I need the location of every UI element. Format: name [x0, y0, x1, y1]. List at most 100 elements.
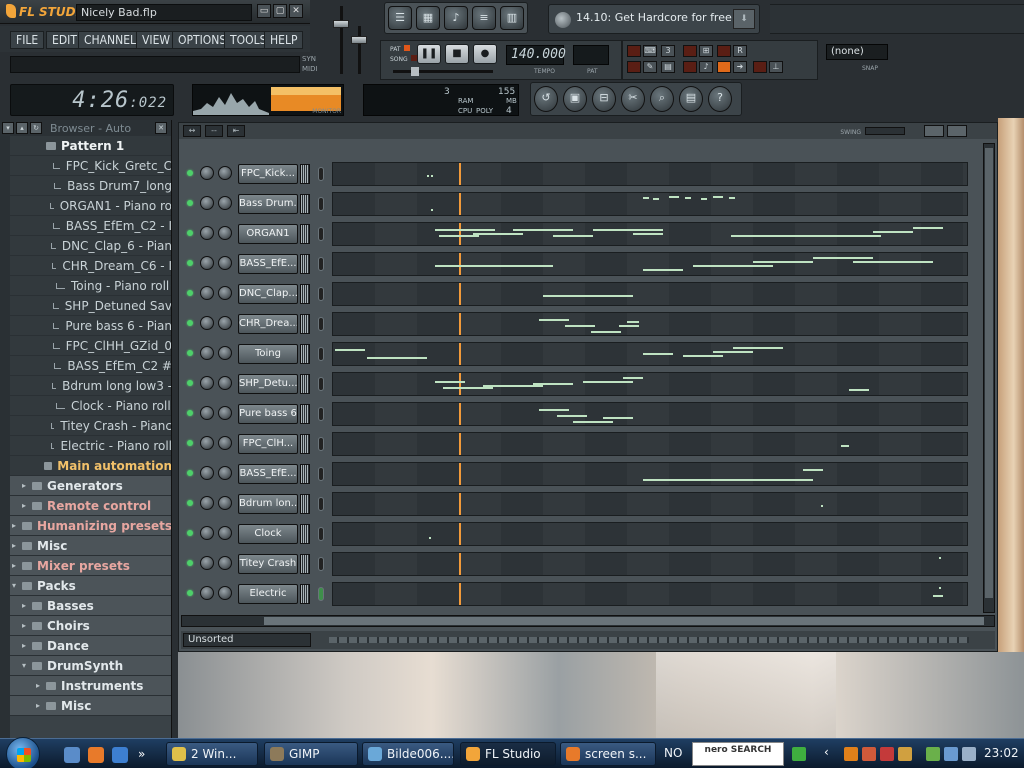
channel-row[interactable]: Toing	[183, 341, 969, 367]
menu-view[interactable]: VIEW	[136, 31, 177, 49]
channel-mute-led[interactable]	[187, 230, 193, 236]
more-chevron-icon[interactable]: »	[138, 747, 154, 763]
browser-item[interactable]: ▸ Choirs	[10, 616, 171, 636]
channel-volume-knob[interactable]	[218, 346, 232, 360]
record-button[interactable]: ●	[473, 44, 497, 64]
channel-row[interactable]: Electric	[183, 581, 969, 607]
song-position-display[interactable]: 4:26:022	[10, 84, 174, 116]
channel-select-light[interactable]	[318, 587, 324, 601]
tray-flag-icon[interactable]	[880, 747, 894, 761]
channel-row[interactable]: Clock	[183, 521, 969, 547]
channel-row[interactable]: BASS_EfE...	[183, 461, 969, 487]
channel-volume-knob[interactable]	[218, 166, 232, 180]
collapsed-arrow-icon[interactable]: ▸	[20, 601, 28, 610]
channel-mixer-track[interactable]	[300, 284, 310, 304]
browser-item[interactable]: Pure bass 6 - Pian	[10, 316, 171, 336]
channel-volume-knob[interactable]	[218, 526, 232, 540]
channel-name-button[interactable]: Bass Drum...	[238, 194, 298, 214]
browser-icon[interactable]: ≡	[472, 6, 496, 30]
song-position-knob[interactable]	[411, 67, 419, 76]
sequencer-horizontal-thumb[interactable]	[264, 617, 984, 625]
task-gimp[interactable]: GIMP	[264, 742, 358, 766]
channel-piano-roll-preview[interactable]	[332, 492, 968, 516]
browser-item[interactable]: Bass Drum7_long	[10, 176, 171, 196]
tempo-display[interactable]: 140.000	[506, 45, 566, 65]
channel-mute-led[interactable]	[187, 500, 193, 506]
channel-piano-roll-preview[interactable]	[332, 282, 968, 306]
channel-volume-knob[interactable]	[218, 286, 232, 300]
collapsed-arrow-icon[interactable]: ▸	[20, 621, 28, 630]
channel-mute-led[interactable]	[187, 560, 193, 566]
wait-toggle[interactable]	[627, 61, 641, 73]
browser-item[interactable]: ▸ Generators	[10, 476, 171, 496]
browser-item[interactable]: ORGAN1 - Piano ro	[10, 196, 171, 216]
browser-item[interactable]: FPC_ClHH_GZid_0	[10, 336, 171, 356]
channel-mute-led[interactable]	[187, 590, 193, 596]
song-position-slider[interactable]	[393, 67, 493, 76]
task-image[interactable]: Bilde006....	[362, 742, 454, 766]
channel-piano-roll-preview[interactable]	[332, 372, 968, 396]
sequencer-vertical-scrollbar[interactable]	[983, 143, 995, 613]
channel-name-button[interactable]: DNC_Clap...	[238, 284, 298, 304]
search-icon[interactable]: ⌕	[650, 86, 674, 112]
channel-mute-led[interactable]	[187, 170, 193, 176]
browser-item[interactable]: Titey Crash - Pianc	[10, 416, 171, 436]
joystick-icon[interactable]: ⊥	[769, 61, 783, 73]
collapsed-arrow-icon[interactable]: ▸	[20, 641, 28, 650]
note-icon[interactable]: ♪	[699, 61, 713, 73]
channel-mixer-track[interactable]	[300, 374, 310, 394]
project-name-field[interactable]: Nicely Bad.flp	[76, 4, 252, 21]
notes-icon[interactable]: ▤	[679, 86, 703, 112]
language-indicator[interactable]: NO	[664, 746, 682, 760]
channel-name-button[interactable]: FPC_Kick...	[238, 164, 298, 184]
expanded-arrow-icon[interactable]: ▾	[20, 661, 28, 670]
cut-icon[interactable]: ✂	[621, 86, 645, 112]
channel-row[interactable]: BASS_EfE...	[183, 251, 969, 277]
channel-name-button[interactable]: Clock	[238, 524, 298, 544]
swing-slider[interactable]	[865, 127, 905, 135]
browser-item[interactable]: ▸ Humanizing presets	[10, 516, 171, 536]
auto-scroll-toggle[interactable]	[683, 61, 697, 73]
help-icon[interactable]: ?	[708, 86, 732, 112]
step-edit-toggle[interactable]	[683, 45, 697, 57]
channel-pan-knob[interactable]	[200, 466, 214, 480]
channel-pan-knob[interactable]	[200, 196, 214, 210]
channel-mute-led[interactable]	[187, 380, 193, 386]
channel-select-light[interactable]	[318, 437, 324, 451]
channel-pan-knob[interactable]	[200, 406, 214, 420]
channel-piano-roll-preview[interactable]	[332, 312, 968, 336]
channel-volume-knob[interactable]	[218, 256, 232, 270]
channel-pan-knob[interactable]	[200, 346, 214, 360]
piano-roll-icon[interactable]: ♪	[444, 6, 468, 30]
channel-select-light[interactable]	[318, 347, 324, 361]
tray-security-icon[interactable]	[862, 747, 876, 761]
channel-piano-roll-preview[interactable]	[332, 432, 968, 456]
browser-item[interactable]: ▸ Dance	[10, 636, 171, 656]
channel-select-light[interactable]	[318, 377, 324, 391]
undo-icon[interactable]: ↺	[534, 86, 558, 112]
channel-pan-knob[interactable]	[200, 556, 214, 570]
menu-file[interactable]: FILE	[10, 31, 45, 49]
sequencer-horizontal-scrollbar[interactable]	[181, 615, 995, 627]
link-toggle-on[interactable]	[717, 61, 731, 73]
browser-item[interactable]: ▸ Instruments	[10, 676, 171, 696]
collapsed-arrow-icon[interactable]: ▸	[10, 521, 18, 530]
multilink-icon[interactable]: ⊞	[699, 45, 713, 57]
browser-item[interactable]: Toing - Piano roll	[10, 276, 171, 296]
expanded-arrow-icon[interactable]: ▾	[10, 581, 18, 590]
channel-mixer-track[interactable]	[300, 254, 310, 274]
volume-icon[interactable]	[962, 747, 976, 761]
clock-time[interactable]: 23:02	[984, 746, 1019, 760]
collapsed-arrow-icon[interactable]: ▸	[34, 681, 42, 690]
channel-name-button[interactable]: BASS_EfE...	[238, 254, 298, 274]
channel-mute-led[interactable]	[187, 440, 193, 446]
tray-app-icon[interactable]	[844, 747, 858, 761]
channel-mute-led[interactable]	[187, 320, 193, 326]
channel-mute-led[interactable]	[187, 350, 193, 356]
browser-item[interactable]: Pattern 1	[10, 136, 171, 156]
channel-row[interactable]: FPC_Kick...	[183, 161, 969, 187]
browser-up-icon[interactable]: ▴	[16, 122, 28, 134]
channel-row[interactable]: DNC_Clap...	[183, 281, 969, 307]
channel-select-light[interactable]	[318, 317, 324, 331]
task-firefox[interactable]: screen s...	[560, 742, 656, 766]
